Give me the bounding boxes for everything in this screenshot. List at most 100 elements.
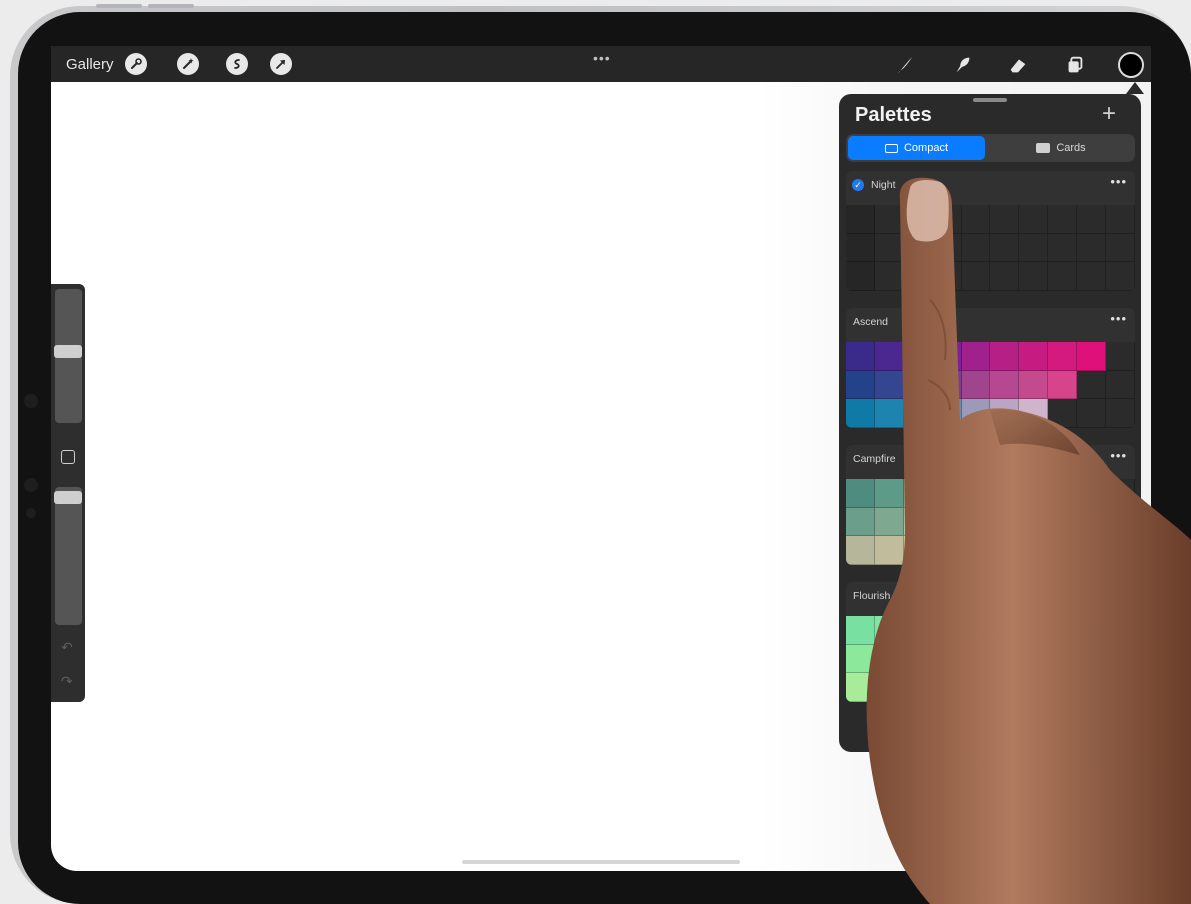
more-options-icon[interactable]: ••• <box>593 50 611 66</box>
palette-card-campfire[interactable]: Campfire ••• <box>846 445 1135 565</box>
color-swatch[interactable] <box>990 399 1020 428</box>
color-swatch[interactable] <box>1048 342 1078 371</box>
color-swatch[interactable] <box>961 370 991 400</box>
color-swatch[interactable] <box>903 673 933 702</box>
color-swatch[interactable] <box>846 205 875 234</box>
color-swatch[interactable] <box>903 370 933 400</box>
tab-cards[interactable]: Cards <box>989 136 1133 160</box>
color-swatch[interactable] <box>932 205 962 234</box>
color-swatch[interactable] <box>1077 399 1107 428</box>
color-swatch[interactable] <box>961 479 991 508</box>
color-swatch[interactable] <box>1019 342 1049 371</box>
color-swatch[interactable] <box>1106 507 1135 537</box>
color-swatch[interactable] <box>874 370 904 400</box>
color-swatch[interactable] <box>874 342 904 371</box>
undo-arrow-icon[interactable]: ↶ <box>61 639 73 656</box>
smudge-icon[interactable] <box>951 53 975 77</box>
color-swatch[interactable] <box>1048 616 1078 645</box>
color-swatch[interactable] <box>1048 233 1078 263</box>
color-swatch[interactable] <box>874 507 904 537</box>
color-swatch[interactable] <box>846 616 875 645</box>
color-swatch[interactable] <box>874 673 904 702</box>
color-swatch[interactable] <box>846 399 875 428</box>
color-swatch[interactable] <box>1077 205 1107 234</box>
magic-wand-icon[interactable] <box>177 53 199 75</box>
color-swatch[interactable] <box>1019 616 1049 645</box>
gallery-button[interactable]: Gallery <box>66 56 114 73</box>
add-palette-button[interactable]: + <box>1102 100 1116 128</box>
color-swatch[interactable] <box>1019 536 1049 565</box>
color-swatch[interactable] <box>1048 644 1078 674</box>
color-swatch[interactable] <box>1077 536 1107 565</box>
palette-more-icon[interactable]: ••• <box>1110 448 1127 463</box>
color-picker-button[interactable] <box>1118 52 1144 78</box>
palette-more-icon[interactable]: ••• <box>1110 585 1127 600</box>
color-swatch[interactable] <box>1048 262 1078 291</box>
color-swatch[interactable] <box>903 479 933 508</box>
color-swatch[interactable] <box>961 262 991 291</box>
brush-icon[interactable] <box>893 53 917 77</box>
color-swatch[interactable] <box>1048 479 1078 508</box>
color-swatch[interactable] <box>961 342 991 371</box>
color-swatch[interactable] <box>1106 479 1135 508</box>
color-swatch[interactable] <box>1077 370 1107 400</box>
color-swatch[interactable] <box>1106 205 1135 234</box>
color-swatch[interactable] <box>903 233 933 263</box>
color-swatch[interactable] <box>990 673 1020 702</box>
color-swatch[interactable] <box>961 507 991 537</box>
color-swatch[interactable] <box>932 673 962 702</box>
color-swatch[interactable] <box>1019 233 1049 263</box>
brush-size-handle[interactable] <box>54 345 82 358</box>
palette-card-night[interactable]: ✓ Night ••• <box>846 171 1135 291</box>
color-swatch[interactable] <box>932 507 962 537</box>
layers-icon[interactable] <box>1063 53 1087 77</box>
color-swatch[interactable] <box>874 479 904 508</box>
color-swatch[interactable] <box>1106 342 1135 371</box>
panel-grabber[interactable] <box>973 98 1007 102</box>
color-swatch[interactable] <box>874 616 904 645</box>
color-swatch[interactable] <box>846 370 875 400</box>
color-swatch[interactable] <box>1048 205 1078 234</box>
color-swatch[interactable] <box>990 644 1020 674</box>
color-swatch[interactable] <box>990 536 1020 565</box>
color-swatch[interactable] <box>990 507 1020 537</box>
color-swatch[interactable] <box>990 479 1020 508</box>
color-swatch[interactable] <box>961 233 991 263</box>
palette-card-ascend[interactable]: Ascend ••• <box>846 308 1135 428</box>
color-swatch[interactable] <box>961 644 991 674</box>
color-swatch[interactable] <box>846 479 875 508</box>
color-swatch[interactable] <box>1048 507 1078 537</box>
wrench-icon[interactable] <box>125 53 147 75</box>
color-swatch[interactable] <box>990 342 1020 371</box>
color-swatch[interactable] <box>874 644 904 674</box>
color-swatch[interactable] <box>990 616 1020 645</box>
color-swatch[interactable] <box>1019 370 1049 400</box>
color-swatch[interactable] <box>1019 262 1049 291</box>
color-swatch[interactable] <box>990 262 1020 291</box>
color-swatch[interactable] <box>1019 479 1049 508</box>
color-swatch[interactable] <box>961 673 991 702</box>
color-swatch[interactable] <box>1106 399 1135 428</box>
palette-more-icon[interactable]: ••• <box>1110 174 1127 189</box>
tab-compact[interactable]: Compact <box>848 136 985 160</box>
color-swatch[interactable] <box>903 536 933 565</box>
color-swatch[interactable] <box>903 342 933 371</box>
color-swatch[interactable] <box>932 536 962 565</box>
color-swatch[interactable] <box>932 370 962 400</box>
color-swatch[interactable] <box>990 205 1020 234</box>
color-swatch[interactable] <box>932 399 962 428</box>
color-swatch[interactable] <box>1077 262 1107 291</box>
color-swatch[interactable] <box>1048 370 1078 400</box>
color-swatch[interactable] <box>846 342 875 371</box>
color-swatch[interactable] <box>903 507 933 537</box>
color-swatch[interactable] <box>1106 536 1135 565</box>
color-swatch[interactable] <box>1019 644 1049 674</box>
color-swatch[interactable] <box>846 673 875 702</box>
color-swatch[interactable] <box>1019 507 1049 537</box>
color-swatch[interactable] <box>990 233 1020 263</box>
color-swatch[interactable] <box>1077 507 1107 537</box>
check-icon[interactable]: ✓ <box>852 179 864 191</box>
color-swatch[interactable] <box>1106 370 1135 400</box>
color-swatch[interactable] <box>874 536 904 565</box>
color-swatch[interactable] <box>1106 262 1135 291</box>
